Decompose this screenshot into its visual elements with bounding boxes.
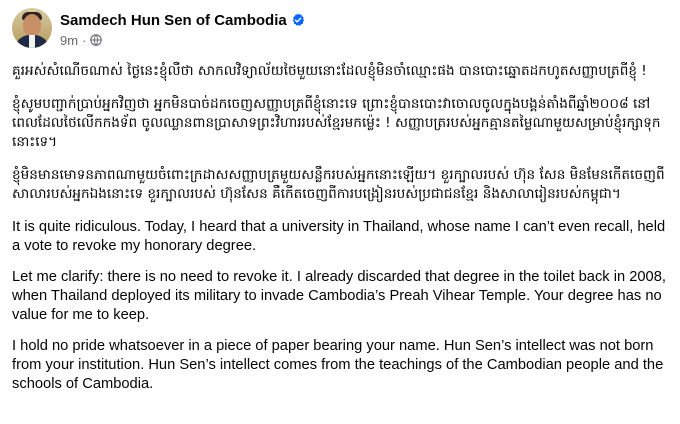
avatar-face xyxy=(23,14,41,36)
author-name[interactable]: Samdech Hun Sen of Cambodia xyxy=(60,12,287,29)
author-row: Samdech Hun Sen of Cambodia xyxy=(60,10,305,30)
author-avatar[interactable] xyxy=(12,8,52,48)
post-header: Samdech Hun Sen of Cambodia 9m · xyxy=(12,8,305,52)
khmer-paragraph-3: ខ្ញុំមិនមានមោទនភាពណាមួយចំពោះក្រដាសសញ្ញាប… xyxy=(12,167,665,202)
khmer-paragraph-2: ខ្ញុំសូមបញ្ជាក់ប្រាប់អ្នកវិញថា អ្នកមិនបា… xyxy=(12,96,661,150)
post-body: គួរអស់សំណើចណាស់ ថ្ងៃនេះខ្ញុំលឺថា សាកលវិទ… xyxy=(12,62,672,406)
separator-dot: · xyxy=(82,32,87,48)
khmer-paragraph-1: គួរអស់សំណើចណាស់ ថ្ងៃនេះខ្ញុំលឺថា សាកលវិទ… xyxy=(12,63,647,79)
verified-badge-icon xyxy=(292,13,304,26)
post-meta: Samdech Hun Sen of Cambodia 9m · xyxy=(60,8,305,48)
post-subline: 9m · xyxy=(60,32,305,48)
english-paragraph-2: Let me clarify: there is no need to revo… xyxy=(12,269,666,323)
english-paragraph-1: It is quite ridiculous. Today, I heard t… xyxy=(12,219,666,254)
avatar-shirt xyxy=(29,35,35,48)
english-paragraph-3: I hold no pride whatsoever in a piece of… xyxy=(12,338,664,392)
globe-icon[interactable] xyxy=(90,34,103,46)
facebook-post: Samdech Hun Sen of Cambodia 9m · គួរអស់ស… xyxy=(0,0,680,424)
post-timestamp[interactable]: 9m xyxy=(60,33,78,48)
